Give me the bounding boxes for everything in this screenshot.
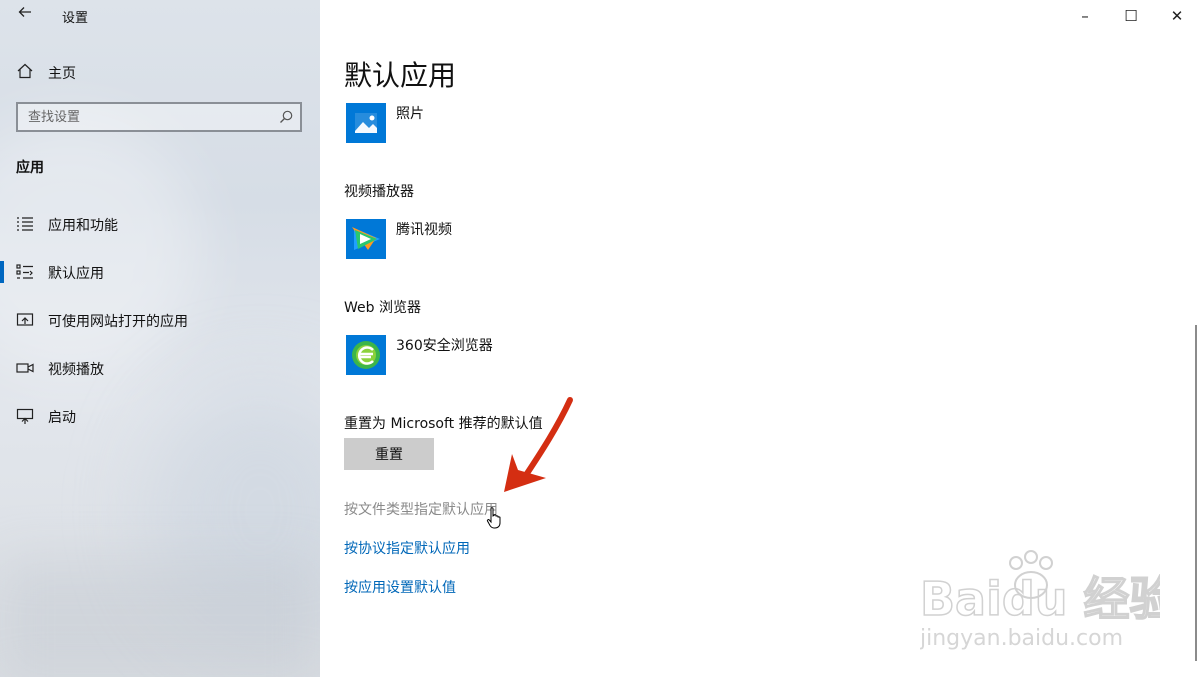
sidebar-item-home[interactable]: 主页	[0, 58, 320, 86]
web-browser-default-app[interactable]: 360安全浏览器	[344, 335, 744, 377]
baidu-jingyan-watermark: Baidu 经验 jingyan.baidu.com	[920, 550, 1160, 651]
watermark-brand: Baidu 经验	[920, 572, 1160, 626]
sidebar-item-default-apps[interactable]: 默认应用	[0, 252, 320, 292]
video-player-default-app[interactable]: 腾讯视频	[344, 219, 744, 261]
sidebar-item-startup[interactable]: 启动	[0, 396, 320, 436]
close-icon[interactable]: ✕	[1154, 2, 1200, 30]
photos-default-app[interactable]: 照片	[344, 103, 744, 145]
annotation-arrow-icon	[504, 397, 573, 492]
search-icon[interactable]	[278, 109, 294, 125]
home-label: 主页	[48, 66, 76, 82]
title-bar-left: 设置	[0, 0, 320, 32]
sidebar-item-label: 应用和功能	[48, 218, 118, 234]
hand-cursor-icon	[486, 507, 501, 529]
home-icon	[16, 62, 34, 80]
selection-indicator	[0, 261, 4, 283]
photos-app-icon	[346, 103, 386, 143]
section-title: 应用	[16, 160, 44, 176]
sidebar: 设置 主页 应用 应用和功能 默认应用 可使用网站打开的应用	[0, 0, 320, 677]
watermark-url: jingyan.baidu.com	[920, 626, 1123, 651]
apps-features-icon	[16, 215, 34, 233]
sidebar-item-label: 视频播放	[48, 362, 104, 378]
360-browser-icon	[346, 335, 386, 375]
minimize-icon[interactable]: –	[1062, 2, 1108, 30]
video-player-label: 视频播放器	[344, 184, 414, 200]
default-apps-icon	[16, 263, 34, 281]
reset-button[interactable]: 重置	[344, 438, 434, 470]
apps-for-websites-icon	[16, 311, 34, 329]
scrollbar[interactable]	[1195, 325, 1197, 661]
sidebar-item-apps-for-websites[interactable]: 可使用网站打开的应用	[0, 300, 320, 340]
sidebar-item-video-playback[interactable]: 视频播放	[0, 348, 320, 388]
app-name: 照片	[396, 106, 424, 122]
app-name: 360安全浏览器	[396, 338, 493, 354]
maximize-icon[interactable]: ☐	[1108, 2, 1154, 30]
sidebar-item-label: 可使用网站打开的应用	[48, 314, 188, 330]
search-box[interactable]	[16, 102, 302, 132]
sidebar-item-label: 默认应用	[48, 266, 104, 282]
sidebar-item-apps-features[interactable]: 应用和功能	[0, 204, 320, 244]
sidebar-item-label: 启动	[48, 410, 76, 426]
app-name: 腾讯视频	[396, 222, 452, 238]
set-defaults-by-app-link[interactable]: 按应用设置默认值	[344, 577, 456, 597]
back-arrow-icon[interactable]	[14, 4, 36, 26]
search-input[interactable]	[18, 104, 288, 130]
choose-defaults-by-protocol-link[interactable]: 按协议指定默认应用	[344, 538, 470, 558]
tencent-video-icon	[346, 219, 386, 259]
video-playback-icon	[16, 359, 34, 377]
page-title: 默认应用	[344, 59, 457, 92]
choose-defaults-by-file-type-link[interactable]: 按文件类型指定默认应用	[344, 499, 498, 519]
app-title: 设置	[62, 11, 89, 26]
web-browser-label: Web 浏览器	[344, 300, 421, 316]
startup-icon	[16, 407, 34, 425]
